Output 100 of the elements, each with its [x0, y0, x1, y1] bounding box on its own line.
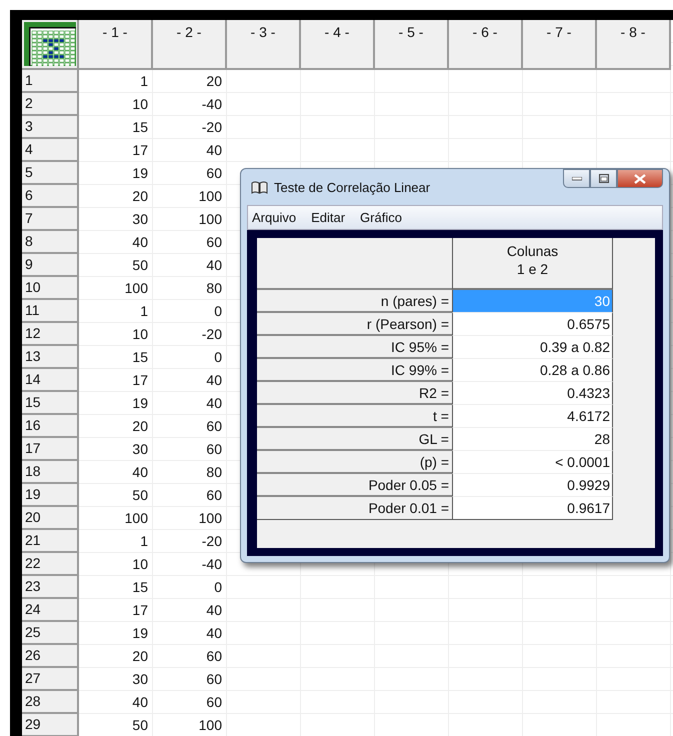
- book-icon: [251, 180, 268, 194]
- table-cell: 60: [153, 162, 227, 185]
- maximize-button[interactable]: [590, 169, 617, 188]
- table-cell: 20: [153, 70, 227, 93]
- result-value[interactable]: 0.9929: [452, 474, 613, 497]
- table-cell: 40: [153, 599, 227, 622]
- row-header[interactable]: 3: [22, 116, 79, 139]
- column-header[interactable]: - 7 -: [523, 20, 597, 70]
- table-cell: 40: [153, 139, 227, 162]
- table-cell: 60: [153, 231, 227, 254]
- row-header[interactable]: 7: [22, 208, 79, 231]
- column-header[interactable]: - 1 -: [79, 20, 153, 70]
- table-cell: 20: [79, 415, 153, 438]
- result-value[interactable]: 4.6172: [452, 405, 613, 428]
- table-cell: 100: [153, 507, 227, 530]
- row-header[interactable]: 17: [22, 438, 79, 461]
- header-text: 1 e 2: [516, 260, 548, 278]
- row-header[interactable]: 28: [22, 691, 79, 714]
- table-cell: 15: [79, 346, 153, 369]
- table-cell: 0: [153, 576, 227, 599]
- row-header[interactable]: 18: [22, 461, 79, 484]
- minimize-button[interactable]: [563, 169, 590, 188]
- table-cell: 40: [79, 231, 153, 254]
- table-cell: 20: [79, 645, 153, 668]
- result-value[interactable]: 0.28 a 0.86: [452, 359, 613, 382]
- row-header[interactable]: 15: [22, 392, 79, 415]
- table-cell: 20: [79, 185, 153, 208]
- row-header[interactable]: 9: [22, 254, 79, 277]
- row-header[interactable]: 26: [22, 645, 79, 668]
- close-button[interactable]: [617, 169, 663, 188]
- table-cell: 17: [79, 139, 153, 162]
- table-cell: 40: [79, 691, 153, 714]
- table-cell: 17: [79, 599, 153, 622]
- menu-item[interactable]: Arquivo: [252, 210, 296, 225]
- table-cell: 19: [79, 392, 153, 415]
- row-header[interactable]: 19: [22, 484, 79, 507]
- table-cell: 100: [79, 277, 153, 300]
- column-header[interactable]: - 3 -: [227, 20, 301, 70]
- table-cell: 10: [79, 553, 153, 576]
- table-cell: 0: [153, 300, 227, 323]
- row-header[interactable]: 5: [22, 162, 79, 185]
- table-cell: 80: [153, 461, 227, 484]
- table-cell: 50: [79, 484, 153, 507]
- table-cell: 60: [153, 668, 227, 691]
- row-header[interactable]: 27: [22, 668, 79, 691]
- minimize-icon: [572, 176, 582, 180]
- table-cell: 30: [79, 208, 153, 231]
- table-cell: -20: [153, 116, 227, 139]
- row-header[interactable]: 10: [22, 277, 79, 300]
- row-header[interactable]: 16: [22, 415, 79, 438]
- table-cell: 30: [79, 668, 153, 691]
- result-value[interactable]: 0.39 a 0.82: [452, 336, 613, 359]
- result-value[interactable]: 0.4323: [452, 382, 613, 405]
- column-header[interactable]: - 2 -: [153, 20, 227, 70]
- menu-item[interactable]: Gráfico: [360, 210, 402, 225]
- result-value[interactable]: 28: [452, 428, 613, 451]
- row-header[interactable]: 23: [22, 576, 79, 599]
- row-header[interactable]: 11: [22, 300, 79, 323]
- row-header[interactable]: 6: [22, 185, 79, 208]
- table-cell: 40: [79, 461, 153, 484]
- table-cell: -40: [153, 553, 227, 576]
- result-value[interactable]: 0.6575: [452, 313, 613, 336]
- row-header[interactable]: 12: [22, 323, 79, 346]
- table-cell: 60: [153, 484, 227, 507]
- table-cell: 100: [153, 185, 227, 208]
- result-value[interactable]: < 0.0001: [452, 451, 613, 474]
- row-header[interactable]: 20: [22, 507, 79, 530]
- row-header[interactable]: 1: [22, 70, 79, 93]
- row-header[interactable]: 2: [22, 93, 79, 116]
- table-cell: -20: [153, 323, 227, 346]
- row-header[interactable]: 4: [22, 139, 79, 162]
- row-header[interactable]: 21: [22, 530, 79, 553]
- row-header[interactable]: 13: [22, 346, 79, 369]
- menu-item[interactable]: Editar: [311, 210, 346, 225]
- table-cell: 40: [153, 369, 227, 392]
- table-cell: -40: [153, 93, 227, 116]
- column-header[interactable]: - 6 -: [449, 20, 523, 70]
- column-header[interactable]: - 4 -: [301, 20, 375, 70]
- column-header[interactable]: - 5 -: [375, 20, 449, 70]
- row-header[interactable]: 29: [22, 714, 79, 736]
- app-logo-icon: [24, 22, 76, 66]
- table-cell: 100: [153, 714, 227, 736]
- row-header[interactable]: 14: [22, 369, 79, 392]
- table-cell: 60: [153, 438, 227, 461]
- table-cell: 15: [79, 116, 153, 139]
- row-header[interactable]: 22: [22, 553, 79, 576]
- table-cell: 40: [153, 392, 227, 415]
- table-cell: 100: [79, 507, 153, 530]
- table-cell: 60: [153, 645, 227, 668]
- close-icon: [634, 174, 646, 184]
- table-cell: 1: [79, 300, 153, 323]
- table-cell: 40: [153, 622, 227, 645]
- table-cell: 10: [79, 93, 153, 116]
- row-header[interactable]: 8: [22, 231, 79, 254]
- table-cell: 15: [79, 576, 153, 599]
- column-header[interactable]: - 8 -: [597, 20, 671, 70]
- table-cell: 80: [153, 277, 227, 300]
- row-header[interactable]: 25: [22, 622, 79, 645]
- result-value[interactable]: 0.9617: [452, 497, 613, 520]
- row-header[interactable]: 24: [22, 599, 79, 622]
